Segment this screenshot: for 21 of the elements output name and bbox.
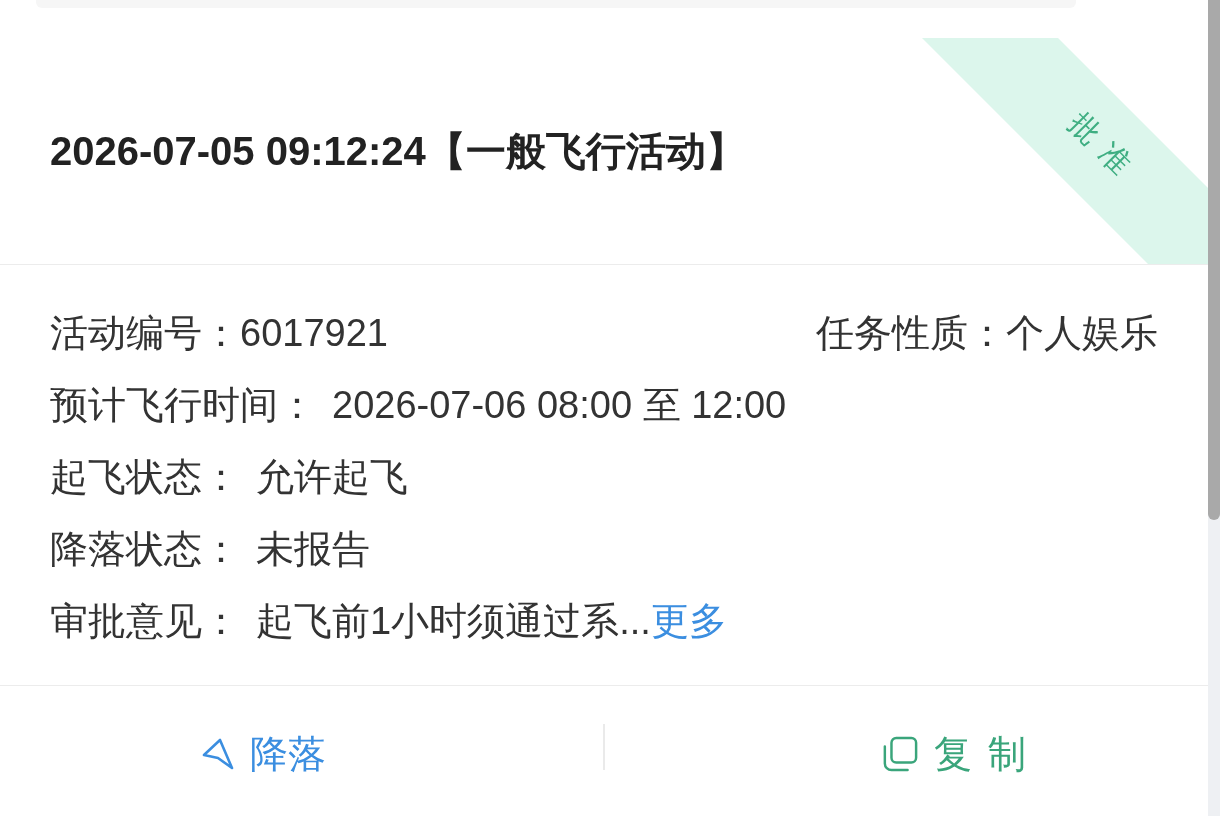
- land-button[interactable]: 降落: [202, 724, 326, 784]
- copy-icon: [882, 736, 918, 772]
- field-label: 起飞状态：: [50, 454, 240, 500]
- send-icon: [202, 738, 234, 770]
- field-label: 审批意见：: [50, 598, 240, 644]
- scrollbar[interactable]: [1208, 0, 1220, 816]
- field-value: 起飞前1小时须通过系...: [256, 598, 651, 644]
- field-label: 降落状态：: [50, 526, 240, 572]
- field-value: 未报告: [256, 526, 370, 572]
- more-link[interactable]: 更多: [650, 592, 727, 650]
- field-value: 6017921: [240, 310, 388, 356]
- status-label: 批准: [1062, 105, 1147, 191]
- card-title: 2026-07-05 09:12:24【一般飞行活动】: [50, 128, 746, 175]
- field-value: 个人娱乐: [1006, 310, 1158, 356]
- scrollbar-thumb[interactable]: [1208, 0, 1220, 520]
- field-value: 2026-07-06 08:00 至 12:00: [332, 382, 787, 428]
- field-label: 活动编号：: [50, 310, 240, 356]
- copy-button[interactable]: 复制: [882, 724, 1042, 784]
- field-label: 任务性质：: [816, 310, 1006, 356]
- field-value: 允许起飞: [256, 454, 408, 500]
- field-label: 预计飞行时间：: [50, 382, 316, 428]
